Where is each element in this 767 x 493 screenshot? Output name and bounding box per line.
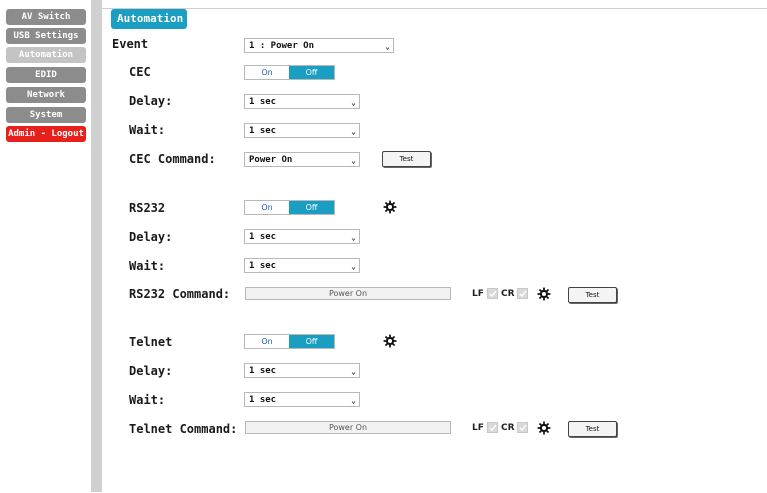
tab-automation[interactable]: Automation <box>111 9 187 29</box>
rs232-delay-value: 1 sec <box>249 232 277 242</box>
rs232-toggle-off[interactable]: Off <box>289 201 334 214</box>
rs232-wait-value: 1 sec <box>249 261 277 271</box>
cec-label: CEC <box>129 65 151 79</box>
cec-wait-label: Wait: <box>129 123 166 137</box>
telnet-toggle-on[interactable]: On <box>245 335 289 348</box>
telnet-toggle-off[interactable]: Off <box>289 335 334 348</box>
telnet-wait-label: Wait: <box>129 393 166 407</box>
cec-toggle-on[interactable]: On <box>245 66 289 79</box>
telnet-wait-value: 1 sec <box>249 395 277 405</box>
telnet-lf-label: LF <box>472 423 484 433</box>
telnet-delay-value: 1 sec <box>249 366 277 376</box>
gear-icon[interactable] <box>537 287 551 301</box>
rs232-wait-select[interactable]: 1 sec ⌄ <box>244 258 360 273</box>
check-icon <box>489 290 497 298</box>
chevron-down-icon: ⌄ <box>351 262 356 271</box>
rs232-cr-checkbox[interactable] <box>517 288 528 299</box>
sidebar: AV Switch USB Settings Automation EDID N… <box>0 0 91 492</box>
telnet-test-button[interactable]: Test <box>568 421 617 437</box>
rs232-command-input[interactable]: Power On <box>245 287 451 300</box>
nav-automation[interactable]: Automation <box>6 47 86 63</box>
cec-command-value: Power On <box>249 155 293 165</box>
telnet-wait-select[interactable]: 1 sec ⌄ <box>244 392 360 407</box>
telnet-lf-checkbox[interactable] <box>487 422 498 433</box>
telnet-toggle[interactable]: On Off <box>244 334 335 349</box>
rs232-test-button[interactable]: Test <box>568 287 617 303</box>
nav-admin-logout[interactable]: Admin - Logout <box>6 126 86 142</box>
rs232-cr-label: CR <box>501 289 515 299</box>
cec-delay-value: 1 sec <box>249 97 277 107</box>
cec-toggle-off[interactable]: Off <box>289 66 334 79</box>
gear-icon[interactable] <box>383 334 397 348</box>
cec-toggle[interactable]: On Off <box>244 65 335 80</box>
chevron-down-icon: ⌄ <box>385 42 390 51</box>
cec-wait-select[interactable]: 1 sec ⌄ <box>244 123 360 138</box>
gear-icon[interactable] <box>537 421 551 435</box>
nav-av-switch[interactable]: AV Switch <box>6 9 86 25</box>
rs232-toggle-on[interactable]: On <box>245 201 289 214</box>
rs232-label: RS232 <box>129 201 166 215</box>
event-select-value: 1 : Power On <box>249 41 315 51</box>
rs232-command-label: RS232 Command: <box>129 287 231 301</box>
chevron-down-icon: ⌄ <box>351 396 356 405</box>
telnet-cr-label: CR <box>501 423 515 433</box>
telnet-command-input[interactable]: Power On <box>245 421 451 434</box>
nav-system[interactable]: System <box>6 107 86 123</box>
telnet-delay-select[interactable]: 1 sec ⌄ <box>244 363 360 378</box>
chevron-down-icon: ⌄ <box>351 233 356 242</box>
chevron-down-icon: ⌄ <box>351 98 356 107</box>
check-icon <box>489 424 497 432</box>
telnet-label: Telnet <box>129 335 173 349</box>
telnet-delay-label: Delay: <box>129 364 173 378</box>
event-label: Event <box>112 37 149 51</box>
nav-usb-settings[interactable]: USB Settings <box>6 28 86 44</box>
rs232-lf-checkbox[interactable] <box>487 288 498 299</box>
nav-network[interactable]: Network <box>6 87 86 103</box>
chevron-down-icon: ⌄ <box>351 127 356 136</box>
rs232-wait-label: Wait: <box>129 259 166 273</box>
nav-edid[interactable]: EDID <box>6 67 86 83</box>
telnet-command-label: Telnet Command: <box>129 422 238 436</box>
check-icon <box>519 290 527 298</box>
rs232-delay-select[interactable]: 1 sec ⌄ <box>244 229 360 244</box>
chevron-down-icon: ⌄ <box>351 367 356 376</box>
telnet-cr-checkbox[interactable] <box>517 422 528 433</box>
rs232-lf-label: LF <box>472 289 484 299</box>
cec-delay-label: Delay: <box>129 94 173 108</box>
gear-icon[interactable] <box>383 200 397 214</box>
event-select[interactable]: 1 : Power On ⌄ <box>244 38 394 53</box>
cec-delay-select[interactable]: 1 sec ⌄ <box>244 94 360 109</box>
cec-command-label: CEC Command: <box>129 152 216 166</box>
cec-command-select[interactable]: Power On ⌄ <box>244 152 360 167</box>
rs232-delay-label: Delay: <box>129 230 173 244</box>
rs232-toggle[interactable]: On Off <box>244 200 335 215</box>
cec-wait-value: 1 sec <box>249 126 277 136</box>
check-icon <box>519 424 527 432</box>
chevron-down-icon: ⌄ <box>351 156 356 165</box>
sidebar-divider <box>91 0 102 492</box>
cec-test-button[interactable]: Test <box>382 151 431 167</box>
